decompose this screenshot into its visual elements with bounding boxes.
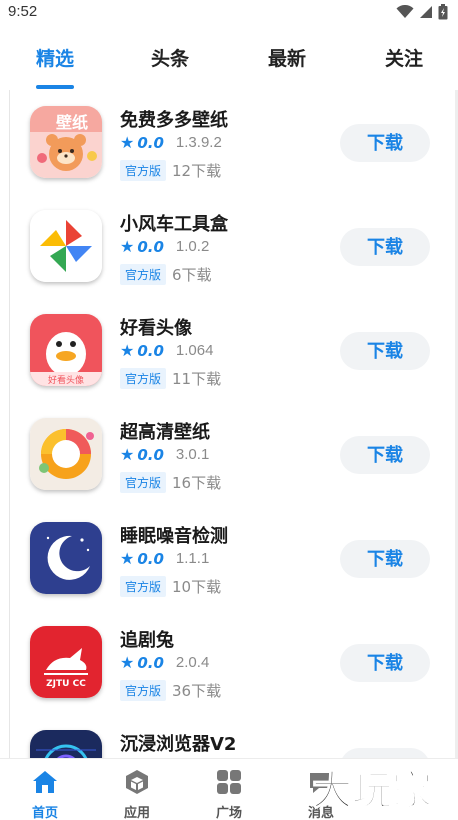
app-name[interactable]: 追剧兔 (120, 626, 174, 652)
app-rating: 0.0 (137, 237, 164, 256)
nav-apps[interactable]: 应用 (92, 759, 182, 820)
rating-line: ★ 0.0 3.0.1 (120, 445, 209, 464)
home-icon (33, 771, 57, 793)
app-row[interactable]: 超高清壁纸 ★ 0.0 3.0.1 官方版 16下载 下载 (10, 402, 456, 506)
wallpaper-icon-label: 壁纸 (56, 113, 88, 132)
app-name[interactable]: 小风车工具盒 (120, 210, 228, 236)
tab-featured[interactable]: 精选 (20, 44, 90, 71)
meta-line: 官方版 11下载 (120, 368, 221, 389)
official-badge: 官方版 (120, 264, 167, 285)
meta-line: 官方版 6下载 (120, 264, 212, 285)
app-row[interactable]: 沉浸浏览器V2 (10, 714, 456, 758)
official-badge: 官方版 (120, 160, 167, 181)
top-tab-bar: 精选 头条 最新 关注 (0, 30, 458, 90)
tab-latest[interactable]: 最新 (252, 44, 322, 71)
app-rating: 0.0 (137, 341, 164, 360)
download-button[interactable]: 下载 (340, 124, 430, 162)
rating-line: ★ 0.0 2.0.4 (120, 653, 209, 672)
signal-icon (420, 6, 432, 18)
download-count: 16下载 (172, 474, 222, 492)
download-count: 6下载 (172, 266, 212, 284)
nav-square[interactable]: 广场 (184, 759, 274, 820)
app-version: 1.0.2 (175, 238, 210, 255)
official-badge: 官方版 (120, 472, 167, 493)
moon-icon[interactable] (30, 522, 102, 594)
download-count: 12下载 (172, 162, 222, 180)
app-version: 1.064 (175, 342, 214, 359)
app-version: 3.0.1 (175, 446, 210, 463)
app-name[interactable]: 好看头像 (120, 314, 192, 340)
rating-line: ★ 0.0 1.0.2 (120, 237, 209, 256)
app-version: 2.0.4 (175, 654, 210, 671)
star-icon: ★ (120, 549, 135, 568)
nav-label: 应用 (123, 806, 150, 820)
app-row[interactable]: 小风车工具盒 ★ 0.0 1.0.2 官方版 6下载 下载 (10, 194, 456, 298)
official-badge: 官方版 (120, 576, 167, 597)
rabbit-icon[interactable]: ZJTU CC (30, 626, 102, 698)
watermark-logo: 大玩家 (311, 767, 433, 815)
star-icon: ★ (120, 341, 135, 360)
official-badge: 官方版 (120, 368, 167, 389)
tab-following[interactable]: 关注 (369, 44, 439, 71)
download-count: 10下载 (172, 578, 222, 596)
nav-label: 广场 (215, 806, 242, 820)
meta-line: 官方版 12下载 (120, 160, 221, 181)
active-tab-indicator (36, 85, 74, 89)
app-row[interactable]: ZJTU CC 追剧兔 ★ 0.0 2.0.4 官方版 36下载 下载 (10, 610, 456, 714)
app-rating: 0.0 (137, 445, 164, 464)
app-rating: 0.0 (137, 133, 164, 152)
app-row[interactable]: 壁纸 免费多多壁纸 ★ 0.0 1.3.9.2 官方版 12下载 下载 (10, 90, 456, 194)
status-bar: 9:52 (0, 0, 458, 24)
download-button[interactable]: 下载 (340, 228, 430, 266)
wifi-icon (396, 5, 414, 18)
wallpaper-bear-icon[interactable]: 壁纸 (30, 106, 102, 178)
download-button[interactable]: 下载 (340, 644, 430, 682)
rating-line: ★ 0.0 1.064 (120, 341, 213, 360)
duck-avatar-icon[interactable]: 好看头像 (30, 314, 102, 386)
watermark-text: 大玩家 (312, 768, 432, 814)
app-version: 1.3.9.2 (175, 134, 222, 151)
avatar-icon-label: 好看头像 (48, 374, 84, 386)
app-name[interactable]: 睡眠噪音检测 (120, 522, 228, 548)
download-button[interactable]: 下载 (340, 332, 430, 370)
app-row[interactable]: 好看头像 好看头像 ★ 0.0 1.064 官方版 11下载 下载 (10, 298, 456, 402)
star-icon: ★ (120, 237, 135, 256)
star-icon: ★ (120, 445, 135, 464)
rating-line: ★ 0.0 1.1.1 (120, 549, 209, 568)
app-name[interactable]: 超高清壁纸 (120, 418, 210, 444)
nav-home[interactable]: 首页 (0, 759, 90, 820)
cube-icon (126, 770, 148, 794)
download-button[interactable]: 下载 (340, 436, 430, 474)
status-icons (396, 4, 448, 20)
download-count: 11下载 (172, 370, 222, 388)
nav-label: 首页 (31, 806, 58, 820)
app-version: 1.1.1 (175, 550, 210, 567)
meta-line: 官方版 36下载 (120, 680, 221, 701)
app-list[interactable]: 壁纸 免费多多壁纸 ★ 0.0 1.3.9.2 官方版 12下载 下载 小风车工… (10, 90, 456, 758)
grid-icon (217, 770, 241, 794)
color-ring-icon[interactable] (30, 418, 102, 490)
app-name[interactable]: 沉浸浏览器V2 (120, 730, 236, 756)
battery-icon (438, 4, 448, 20)
download-button[interactable] (340, 748, 430, 758)
star-icon: ★ (120, 133, 135, 152)
browser-icon[interactable] (30, 730, 102, 758)
pinwheel-icon[interactable] (30, 210, 102, 282)
app-row[interactable]: 睡眠噪音检测 ★ 0.0 1.1.1 官方版 10下载 下载 (10, 506, 456, 610)
meta-line: 官方版 16下载 (120, 472, 221, 493)
meta-line: 官方版 10下载 (120, 576, 221, 597)
app-rating: 0.0 (137, 653, 164, 672)
official-badge: 官方版 (120, 680, 167, 701)
rating-line: ★ 0.0 1.3.9.2 (120, 133, 222, 152)
app-name[interactable]: 免费多多壁纸 (120, 106, 228, 132)
download-count: 36下载 (172, 682, 222, 700)
download-button[interactable]: 下载 (340, 540, 430, 578)
tab-headlines[interactable]: 头条 (135, 44, 205, 71)
star-icon: ★ (120, 653, 135, 672)
rabbit-icon-label: ZJTU CC (46, 679, 86, 689)
status-time: 9:52 (8, 3, 38, 20)
app-rating: 0.0 (137, 549, 164, 568)
